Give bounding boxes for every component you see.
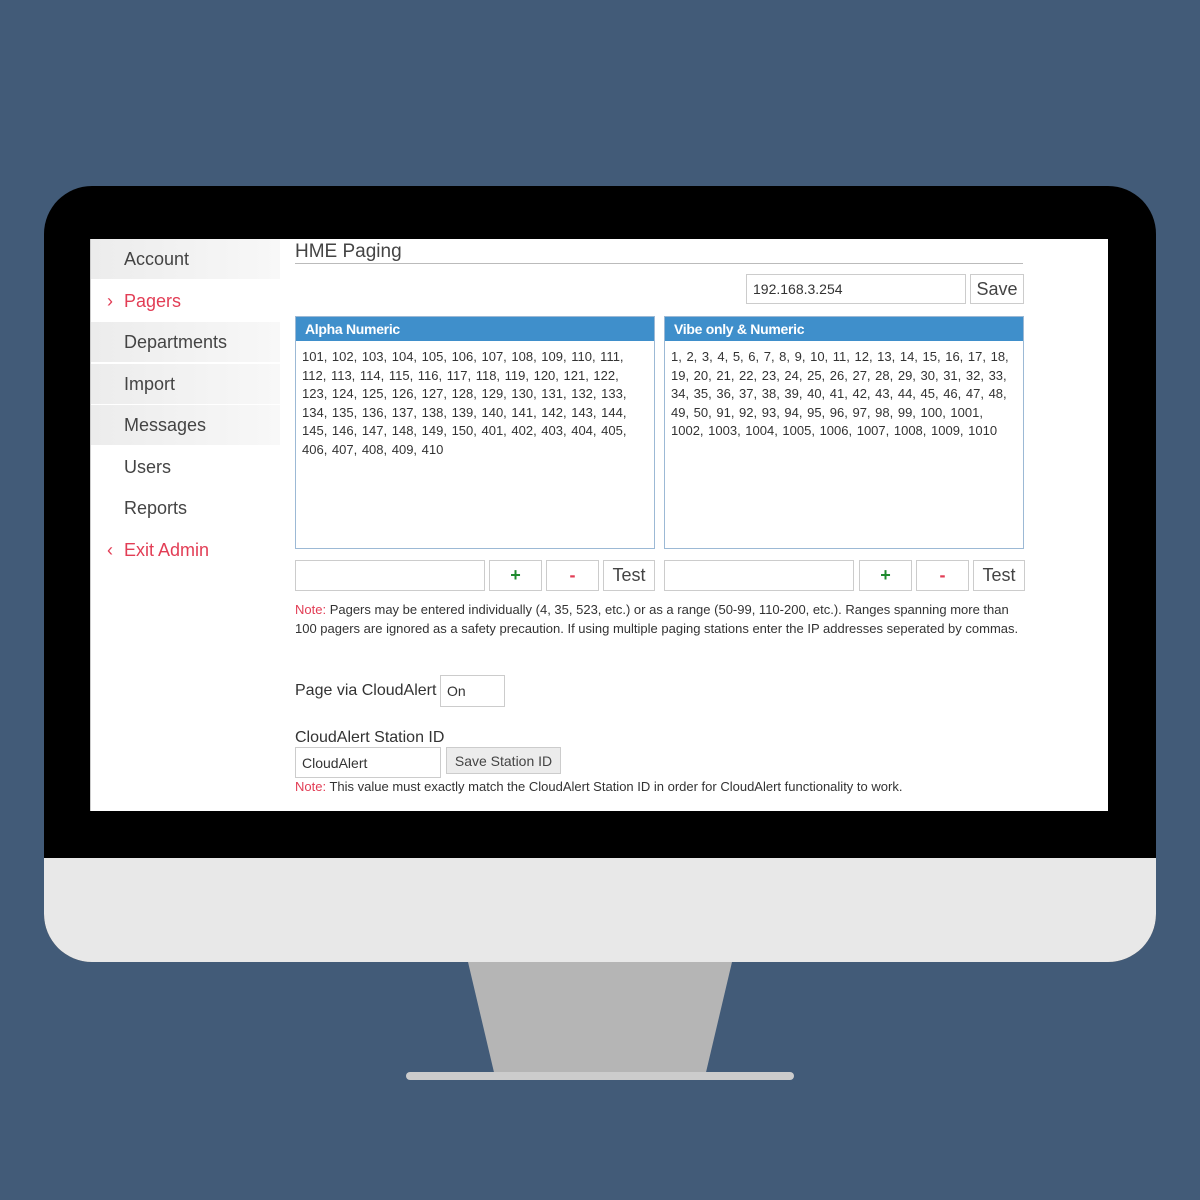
alpha-test-button[interactable]: Test xyxy=(603,560,655,591)
panel-header: Alpha Numeric xyxy=(296,317,654,341)
alpha-pager-list[interactable]: 101, 102, 103, 104, 105, 106, 107, 108, … xyxy=(296,341,654,466)
sidebar-item-label: Import xyxy=(124,374,176,394)
monitor-stand xyxy=(468,962,732,1074)
sidebar-item-pagers[interactable]: › Pagers xyxy=(91,281,280,321)
station-id-label: CloudAlert Station ID xyxy=(295,729,445,746)
station-id-note: Note: This value must exactly match the … xyxy=(295,778,1025,797)
monitor-chin xyxy=(44,858,1156,962)
pager-entry-note: Note: Pagers may be entered individually… xyxy=(295,601,1025,638)
main-content: HME Paging Save Alpha Numeric 101, 102, … xyxy=(295,239,1095,811)
sidebar-item-exit-admin[interactable]: ‹ Exit Admin xyxy=(91,530,280,570)
sidebar-item-messages[interactable]: Messages xyxy=(91,405,280,445)
monitor-base xyxy=(406,1072,794,1080)
sidebar-item-label: Messages xyxy=(124,415,207,435)
sidebar-item-label: Departments xyxy=(124,332,228,352)
chevron-right-icon: › xyxy=(107,291,113,311)
alpha-pager-input[interactable] xyxy=(295,560,485,591)
alpha-add-button[interactable]: + xyxy=(489,560,542,591)
chevron-left-icon: ‹ xyxy=(107,540,113,560)
sidebar-item-users[interactable]: Users xyxy=(91,447,280,487)
sidebar: Account › Pagers Departments Import Mess… xyxy=(90,239,280,811)
note-text: This value must exactly match the CloudA… xyxy=(326,779,903,794)
sidebar-item-label: Reports xyxy=(124,498,188,518)
screen: Account › Pagers Departments Import Mess… xyxy=(90,239,1108,811)
vibe-pager-input[interactable] xyxy=(664,560,854,591)
sidebar-item-label: Users xyxy=(124,457,172,477)
vibe-test-button[interactable]: Test xyxy=(973,560,1025,591)
vibe-remove-button[interactable]: - xyxy=(916,560,969,591)
vibe-pager-list[interactable]: 1, 2, 3, 4, 5, 6, 7, 8, 9, 10, 11, 12, 1… xyxy=(665,341,1023,448)
save-station-id-button[interactable]: Save Station ID xyxy=(446,747,561,774)
sidebar-item-departments[interactable]: Departments xyxy=(91,322,280,362)
cloudalert-label: Page via CloudAlert xyxy=(295,682,437,699)
note-text: Pagers may be entered individually (4, 3… xyxy=(295,602,1019,636)
sidebar-item-label: Exit Admin xyxy=(124,540,210,560)
sidebar-item-label: Pagers xyxy=(124,291,182,311)
sidebar-item-account[interactable]: Account xyxy=(91,239,280,279)
note-prefix: Note: xyxy=(295,779,327,794)
vibe-add-button[interactable]: + xyxy=(859,560,912,591)
station-id-input[interactable] xyxy=(295,747,441,778)
sidebar-item-reports[interactable]: Reports xyxy=(91,488,280,528)
note-prefix: Note: xyxy=(295,602,327,617)
ip-address-input[interactable] xyxy=(746,274,966,304)
title-divider xyxy=(295,263,1023,264)
vibe-numeric-panel: Vibe only & Numeric 1, 2, 3, 4, 5, 6, 7,… xyxy=(664,316,1024,549)
page-title: HME Paging xyxy=(295,241,402,262)
save-button[interactable]: Save xyxy=(970,274,1024,304)
alpha-numeric-panel: Alpha Numeric 101, 102, 103, 104, 105, 1… xyxy=(295,316,655,549)
cloudalert-select[interactable] xyxy=(440,675,505,707)
panel-header: Vibe only & Numeric xyxy=(665,317,1023,341)
sidebar-item-label: Account xyxy=(124,249,190,269)
alpha-remove-button[interactable]: - xyxy=(546,560,599,591)
sidebar-item-import[interactable]: Import xyxy=(91,364,280,404)
